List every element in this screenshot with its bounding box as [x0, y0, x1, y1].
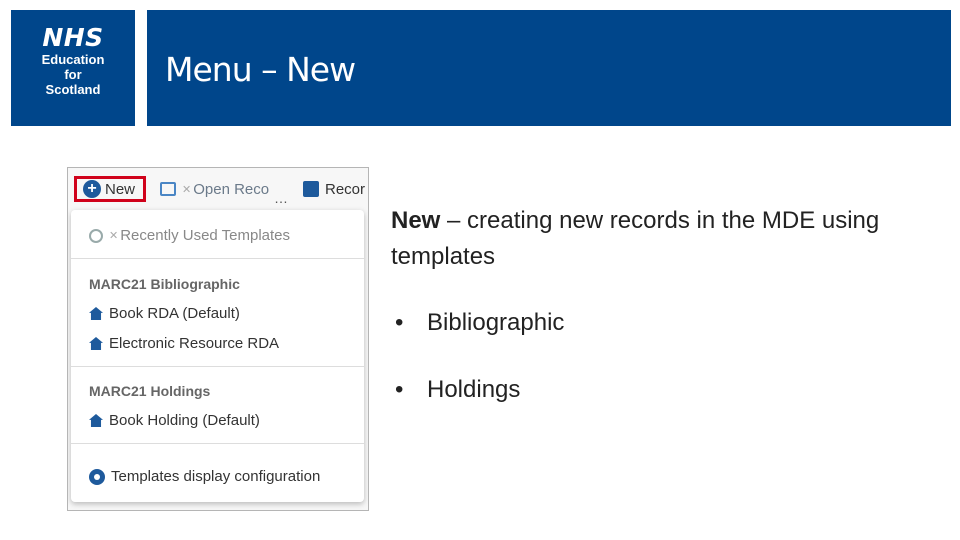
- menu-item-book-rda[interactable]: Book RDA (Default): [89, 305, 240, 322]
- gear-icon: [89, 468, 105, 485]
- open-record-icon: [160, 182, 176, 196]
- house-icon: [89, 414, 103, 427]
- pin-icon: ✕: [109, 230, 119, 242]
- bullet-item: • Holdings: [395, 376, 520, 404]
- new-button-label: New: [105, 180, 136, 198]
- menu-item-label: Electronic Resource RDA: [109, 335, 280, 352]
- templates-config-label: Templates display configuration: [111, 468, 321, 485]
- logo-line-education: Education: [41, 52, 105, 67]
- bullet-text: Holdings: [427, 376, 521, 403]
- bullet-marker: •: [395, 309, 404, 336]
- nhs-education-scotland-logo: NHS Education for Scotland: [11, 10, 135, 126]
- toolbar: + New ✕ Open Reco … Recor: [68, 168, 368, 208]
- section-heading-bibliographic: MARC21 Bibliographic: [89, 276, 240, 292]
- record-label: Recor: [325, 180, 366, 198]
- menu-item-templates-config[interactable]: Templates display configuration: [89, 468, 320, 485]
- menu-item-recently-used[interactable]: ✕ Recently Used Templates: [89, 227, 290, 244]
- bullet-text: Bibliographic: [427, 309, 565, 336]
- bullet-item: • Bibliographic: [395, 309, 564, 337]
- recently-used-label: Recently Used Templates: [120, 227, 291, 244]
- intro-text: New – creating new records in the MDE us…: [391, 203, 911, 275]
- record-list-icon: [303, 181, 319, 197]
- logo-nhs-text: NHS: [42, 23, 104, 52]
- more-icon[interactable]: …: [274, 190, 288, 206]
- menu-divider: [71, 443, 364, 444]
- menu-item-label: Book RDA (Default): [109, 305, 240, 322]
- menu-item-electronic-resource-rda[interactable]: Electronic Resource RDA: [89, 335, 279, 352]
- mde-menu-screenshot: + New ✕ Open Reco … Recor ✕ Recently Use…: [67, 167, 369, 511]
- menu-divider: [71, 258, 364, 259]
- record-button[interactable]: Recor: [303, 176, 365, 202]
- house-icon: [89, 307, 103, 320]
- new-dropdown-menu: ✕ Recently Used Templates MARC21 Bibliog…: [71, 210, 364, 502]
- plus-circle-icon: +: [83, 180, 101, 198]
- menu-item-label: Book Holding (Default): [109, 412, 260, 429]
- intro-term: New: [391, 207, 441, 234]
- open-record-button[interactable]: ✕ Open Reco: [160, 176, 269, 202]
- logo-line-scotland: Scotland: [45, 82, 101, 97]
- menu-item-book-holding[interactable]: Book Holding (Default): [89, 412, 260, 429]
- slide-title: Menu – New: [165, 50, 356, 89]
- pin-icon: ✕: [182, 183, 192, 196]
- title-bar: Menu – New: [147, 10, 951, 126]
- new-button[interactable]: + New: [74, 176, 146, 202]
- intro-description: – creating new records in the MDE using …: [391, 207, 880, 270]
- menu-divider: [71, 366, 364, 367]
- open-record-label: Open Reco: [193, 180, 270, 198]
- bullet-marker: •: [395, 376, 404, 403]
- logo-line-for: for: [64, 67, 82, 82]
- house-icon: [89, 337, 103, 350]
- section-heading-holdings: MARC21 Holdings: [89, 383, 211, 399]
- history-icon: [89, 228, 103, 243]
